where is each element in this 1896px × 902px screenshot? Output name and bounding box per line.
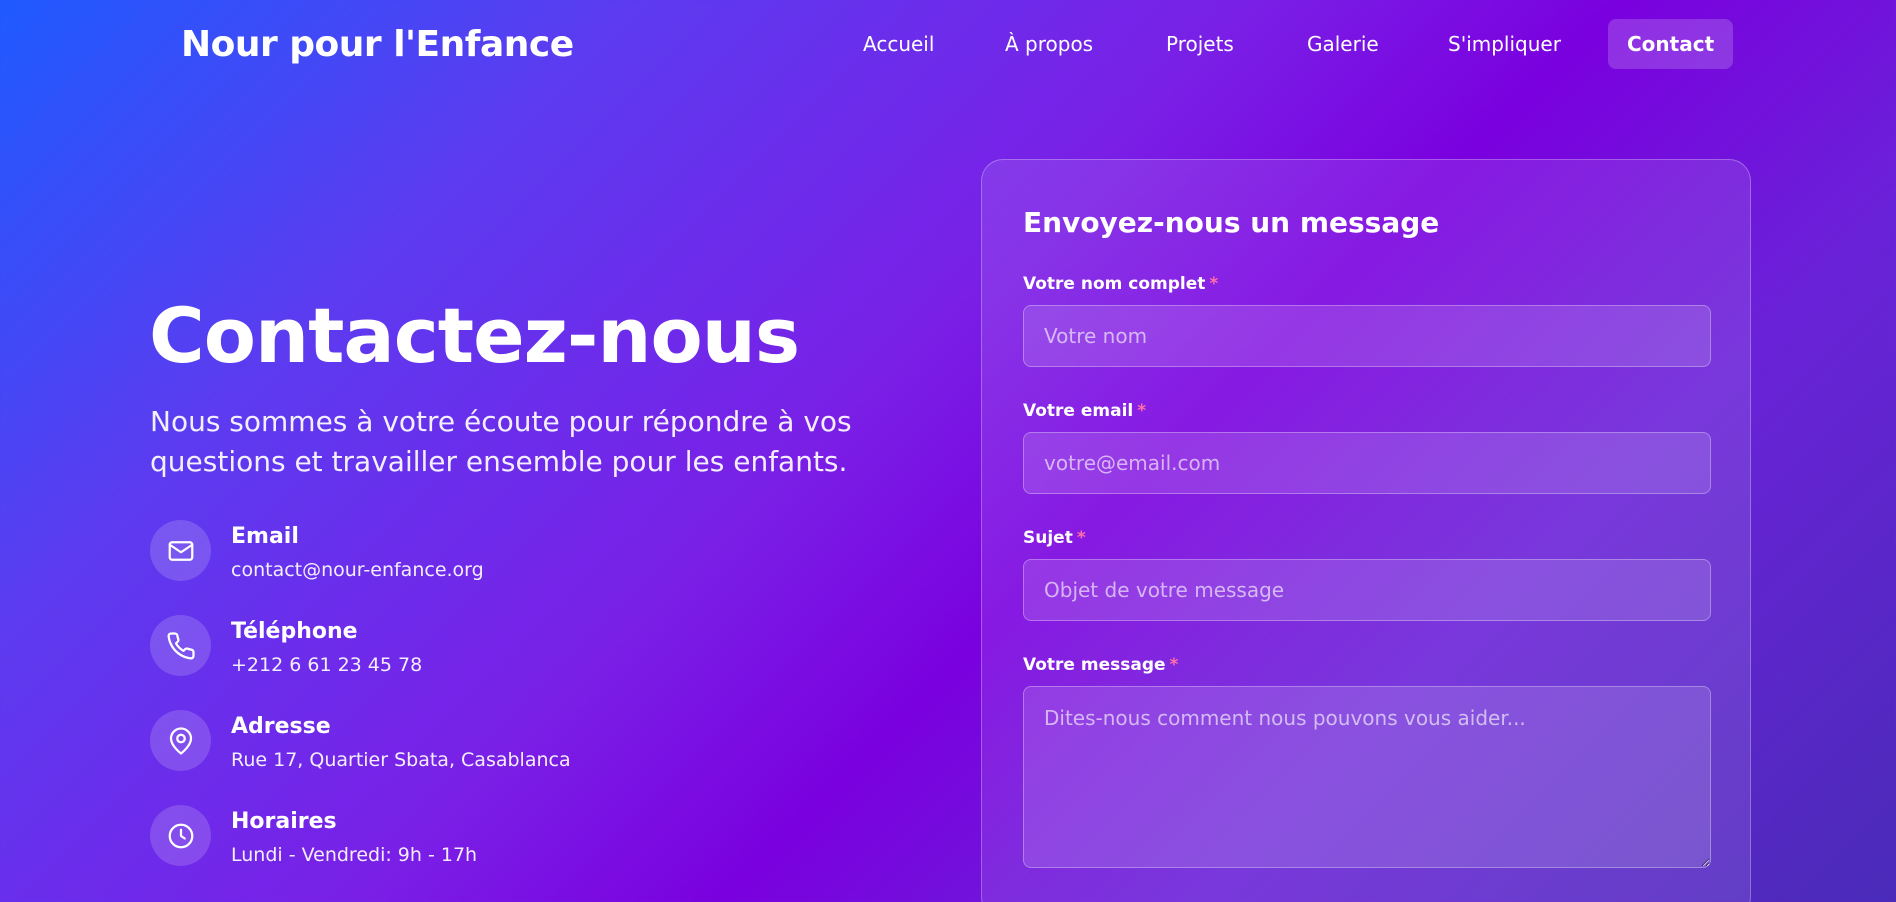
subject-field-label: Sujet *: [1023, 528, 1086, 548]
required-marker: *: [1209, 274, 1219, 294]
contact-info-phone: Téléphone +212 6 61 23 45 78: [150, 615, 850, 685]
message-textarea[interactable]: [1023, 686, 1711, 868]
contact-info-email: Email contact@nour-enfance.org: [150, 520, 850, 590]
contact-info-label: Email: [231, 524, 299, 549]
contact-info-label: Adresse: [231, 714, 331, 739]
name-field-label: Votre nom complet *: [1023, 274, 1218, 294]
contact-info-value[interactable]: contact@nour-enfance.org: [231, 559, 484, 581]
map-pin-icon: [150, 710, 211, 771]
nav-a-propos[interactable]: À propos: [1005, 19, 1093, 69]
form-title: Envoyez-nous un message: [1023, 206, 1440, 239]
site-header: Nour pour l'Enfance Accueil À propos Pro…: [0, 0, 1896, 90]
nav-accueil[interactable]: Accueil: [863, 19, 934, 69]
contact-info-hours: Horaires Lundi - Vendredi: 9h - 17h: [150, 805, 850, 875]
message-label-text: Votre message: [1023, 655, 1166, 675]
required-marker: *: [1137, 401, 1147, 421]
nav-galerie[interactable]: Galerie: [1307, 19, 1379, 69]
clock-icon: [150, 805, 211, 866]
subject-input[interactable]: [1023, 559, 1711, 621]
nav-contact[interactable]: Contact: [1608, 19, 1734, 69]
page-subtitle: Nous sommes à votre écoute pour répondre…: [150, 405, 852, 478]
contact-info-value[interactable]: +212 6 61 23 45 78: [231, 654, 422, 676]
contact-info-value: Rue 17, Quartier Sbata, Casablanca: [231, 749, 571, 771]
mail-icon: [150, 520, 211, 581]
main-nav: Accueil À propos Projets Galerie S'impli…: [0, 19, 1896, 69]
name-label-text: Votre nom complet: [1023, 274, 1206, 294]
contact-form-card: Envoyez-nous un message Votre nom comple…: [981, 159, 1751, 902]
subject-label-text: Sujet: [1023, 528, 1073, 548]
email-field-label: Votre email *: [1023, 401, 1146, 421]
phone-icon: [150, 615, 211, 676]
contact-info-value: Lundi - Vendredi: 9h - 17h: [231, 844, 478, 866]
contact-info-label: Téléphone: [231, 619, 358, 644]
email-label-text: Votre email: [1023, 401, 1134, 421]
contact-info-label: Horaires: [231, 809, 337, 834]
required-marker: *: [1076, 528, 1086, 548]
nav-projets[interactable]: Projets: [1166, 19, 1234, 69]
name-input[interactable]: [1023, 305, 1711, 367]
email-input[interactable]: [1023, 432, 1711, 494]
contact-info-address: Adresse Rue 17, Quartier Sbata, Casablan…: [150, 710, 850, 780]
page-title: Contactez-nous: [149, 291, 800, 380]
required-marker: *: [1169, 655, 1179, 675]
nav-s-impliquer[interactable]: S'impliquer: [1448, 19, 1561, 69]
message-field-label: Votre message *: [1023, 655, 1178, 675]
